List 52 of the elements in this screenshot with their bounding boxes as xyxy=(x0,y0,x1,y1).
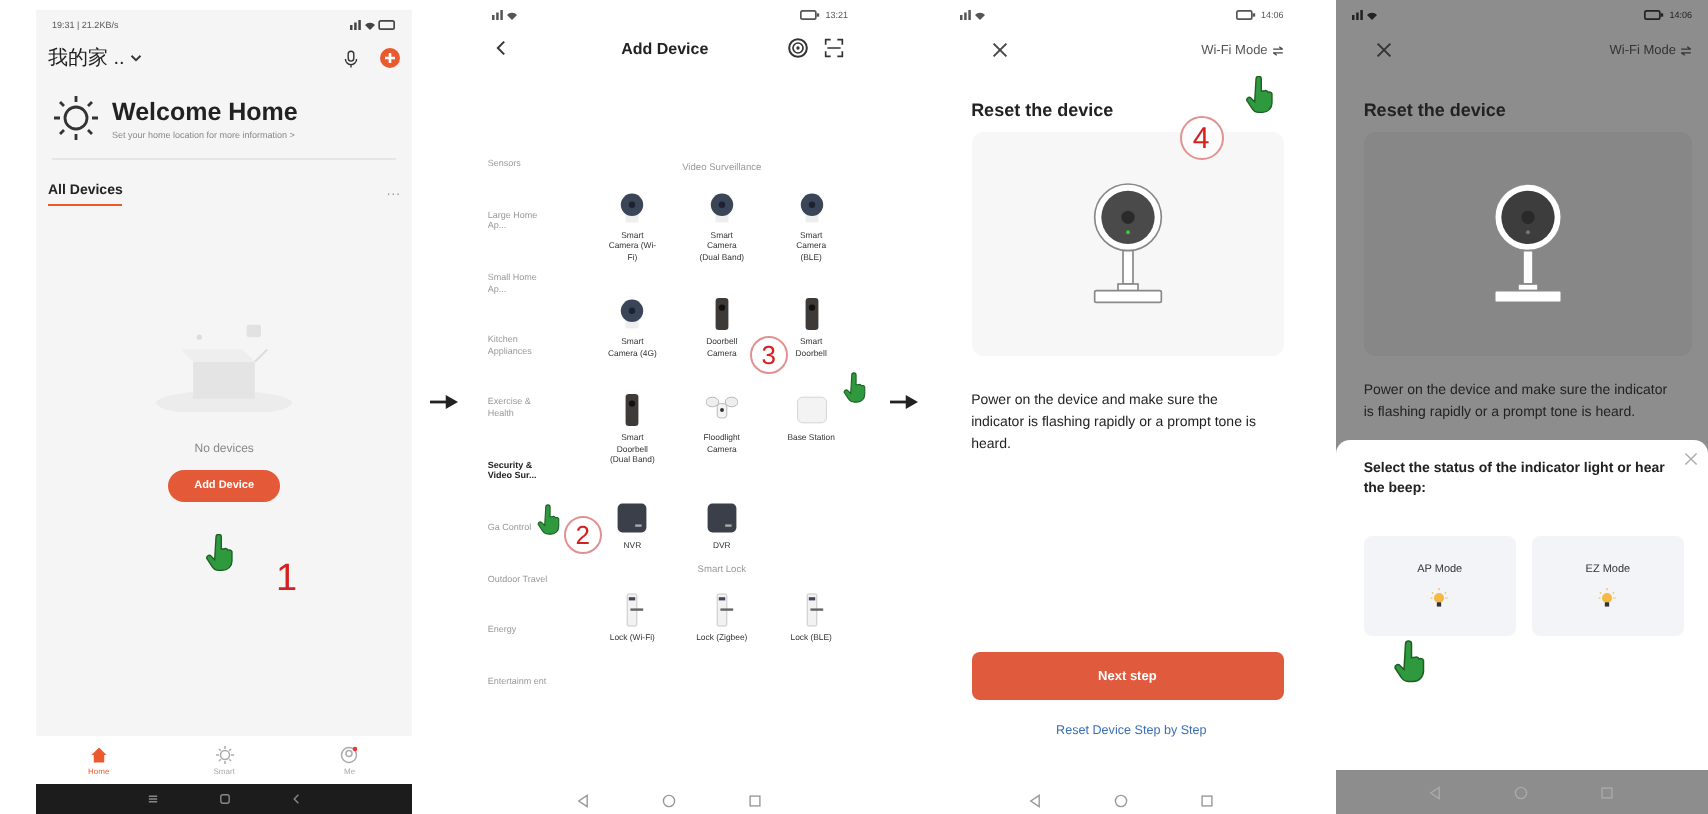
hand-pointer-icon xyxy=(204,534,236,572)
signal-wifi-icon xyxy=(959,9,986,19)
target-icon[interactable] xyxy=(787,38,808,58)
signal-wifi-battery-icon xyxy=(349,19,397,29)
hand-pointer-icon xyxy=(1391,640,1428,685)
screen-title: Add Device xyxy=(619,39,711,57)
arrow-icon xyxy=(889,394,918,410)
recents-icon[interactable] xyxy=(1200,793,1215,807)
scan-icon[interactable] xyxy=(823,38,844,58)
step-number: 3 xyxy=(749,336,788,374)
home-icon xyxy=(89,745,108,763)
menu-icon[interactable] xyxy=(145,792,160,806)
swap-icon[interactable] xyxy=(1679,45,1692,55)
arrow-icon xyxy=(430,394,458,410)
camera-icon xyxy=(795,190,828,226)
step-number: 2 xyxy=(563,516,602,554)
recorder-icon xyxy=(705,499,738,536)
recents-icon[interactable] xyxy=(748,793,763,807)
welcome-title: Welcome Home xyxy=(112,97,298,125)
battery-icon xyxy=(1643,9,1664,19)
hand-pointer-icon xyxy=(535,504,562,536)
close-icon[interactable] xyxy=(1375,42,1392,58)
sun-icon xyxy=(52,94,100,142)
light-bulb-icon xyxy=(1598,587,1617,608)
microphone-icon[interactable] xyxy=(344,49,359,67)
battery-icon xyxy=(1235,9,1256,19)
add-icon[interactable] xyxy=(380,48,401,68)
light-bulb-icon xyxy=(1430,587,1449,608)
step-number: 4 xyxy=(1179,116,1224,160)
home-icon[interactable] xyxy=(1114,793,1129,807)
home-icon[interactable] xyxy=(217,792,232,806)
home-selector[interactable]: 我的家 .. xyxy=(48,44,125,72)
signal-wifi-icon xyxy=(1351,9,1379,19)
sun-icon xyxy=(215,745,234,763)
camera-icon xyxy=(616,190,649,226)
camera-icon xyxy=(616,296,649,333)
close-icon[interactable] xyxy=(991,42,1008,58)
hand-pointer-icon xyxy=(841,372,868,404)
swap-icon[interactable] xyxy=(1271,45,1284,55)
signal-wifi-icon xyxy=(491,9,519,19)
back-icon[interactable] xyxy=(495,40,506,56)
hand-pointer-icon xyxy=(1243,76,1276,114)
screen-title: Reset the device xyxy=(971,100,1114,120)
base-station-icon xyxy=(795,392,828,429)
screen-title: Reset the device xyxy=(1363,100,1506,120)
caret-icon[interactable] xyxy=(130,54,143,62)
recorder-icon xyxy=(616,499,649,536)
profile-icon xyxy=(340,745,359,763)
home-icon[interactable] xyxy=(662,793,677,807)
step-number: 1 xyxy=(276,558,298,602)
battery-icon xyxy=(799,9,820,19)
camera-icon xyxy=(705,190,738,226)
